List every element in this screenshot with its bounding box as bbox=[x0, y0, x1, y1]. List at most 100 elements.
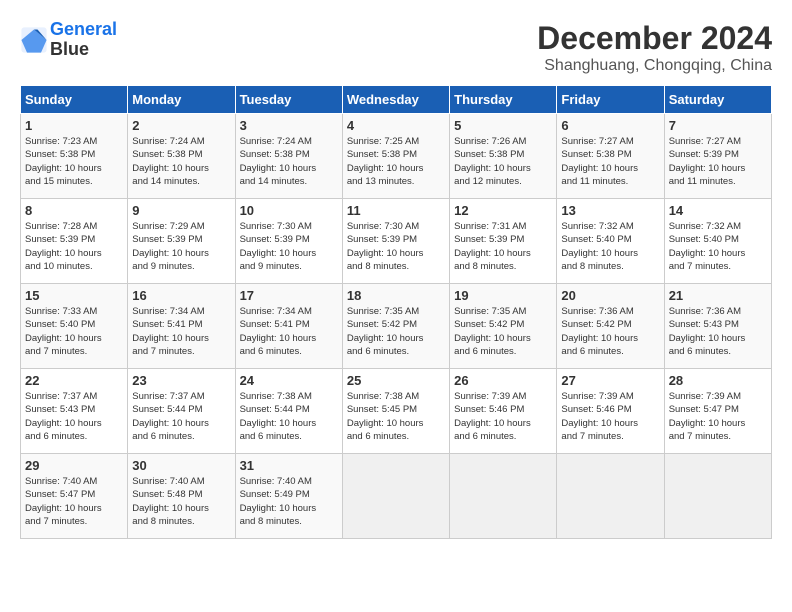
col-saturday: Saturday bbox=[664, 86, 771, 114]
day-info: Sunrise: 7:32 AM Sunset: 5:40 PM Dayligh… bbox=[561, 220, 659, 273]
day-info: Sunrise: 7:29 AM Sunset: 5:39 PM Dayligh… bbox=[132, 220, 230, 273]
day-number: 21 bbox=[669, 288, 767, 303]
calendar-cell: 13Sunrise: 7:32 AM Sunset: 5:40 PM Dayli… bbox=[557, 199, 664, 284]
day-info: Sunrise: 7:40 AM Sunset: 5:48 PM Dayligh… bbox=[132, 475, 230, 528]
day-number: 31 bbox=[240, 458, 338, 473]
day-number: 18 bbox=[347, 288, 445, 303]
day-number: 3 bbox=[240, 118, 338, 133]
header-row: Sunday Monday Tuesday Wednesday Thursday… bbox=[21, 86, 772, 114]
calendar-week-5: 29 Sunrise: 7:40 AM Sunset: 5:47 PM Dayli… bbox=[21, 454, 772, 539]
calendar-cell: 26 Sunrise: 7:39 AM Sunset: 5:46 PM Dayli… bbox=[450, 369, 557, 454]
day-number: 22 bbox=[25, 373, 123, 388]
day-number: 5 bbox=[454, 118, 552, 133]
calendar-cell: 29 Sunrise: 7:40 AM Sunset: 5:47 PM Dayli… bbox=[21, 454, 128, 539]
calendar-cell: 20 Sunrise: 7:36 AM Sunset: 5:42 PM Dayli… bbox=[557, 284, 664, 369]
day-info: Sunrise: 7:39 AM Sunset: 5:46 PM Dayligh… bbox=[561, 390, 659, 443]
day-number: 15 bbox=[25, 288, 123, 303]
location: Shanghuang, Chongqing, China bbox=[537, 57, 772, 75]
day-info: Sunrise: 7:23 AM Sunset: 5:38 PM Dayligh… bbox=[25, 135, 123, 188]
day-number: 20 bbox=[561, 288, 659, 303]
col-monday: Monday bbox=[128, 86, 235, 114]
calendar-cell: 2 Sunrise: 7:24 AM Sunset: 5:38 PM Daylig… bbox=[128, 114, 235, 199]
day-number: 9 bbox=[132, 203, 230, 218]
calendar-cell: 5 Sunrise: 7:26 AM Sunset: 5:38 PM Daylig… bbox=[450, 114, 557, 199]
day-info: Sunrise: 7:38 AM Sunset: 5:44 PM Dayligh… bbox=[240, 390, 338, 443]
calendar-cell bbox=[557, 454, 664, 539]
calendar-cell: 12 Sunrise: 7:31 AM Sunset: 5:39 PM Dayli… bbox=[450, 199, 557, 284]
month-title: December 2024 bbox=[537, 20, 772, 57]
calendar-week-3: 15 Sunrise: 7:33 AM Sunset: 5:40 PM Dayli… bbox=[21, 284, 772, 369]
day-number: 28 bbox=[669, 373, 767, 388]
day-number: 29 bbox=[25, 458, 123, 473]
day-info: Sunrise: 7:39 AM Sunset: 5:46 PM Dayligh… bbox=[454, 390, 552, 443]
calendar-cell: 10Sunrise: 7:30 AM Sunset: 5:39 PM Dayli… bbox=[235, 199, 342, 284]
day-number: 11 bbox=[347, 203, 445, 218]
calendar-cell: 28Sunrise: 7:39 AM Sunset: 5:47 PM Dayli… bbox=[664, 369, 771, 454]
day-info: Sunrise: 7:40 AM Sunset: 5:47 PM Dayligh… bbox=[25, 475, 123, 528]
calendar-cell bbox=[664, 454, 771, 539]
calendar-cell: 25Sunrise: 7:38 AM Sunset: 5:45 PM Dayli… bbox=[342, 369, 449, 454]
day-number: 6 bbox=[561, 118, 659, 133]
day-info: Sunrise: 7:38 AM Sunset: 5:45 PM Dayligh… bbox=[347, 390, 445, 443]
day-number: 19 bbox=[454, 288, 552, 303]
calendar-cell: 6Sunrise: 7:27 AM Sunset: 5:38 PM Daylig… bbox=[557, 114, 664, 199]
calendar-cell: 31 Sunrise: 7:40 AM Sunset: 5:49 PM Dayli… bbox=[235, 454, 342, 539]
day-number: 12 bbox=[454, 203, 552, 218]
col-friday: Friday bbox=[557, 86, 664, 114]
calendar-week-1: 1 Sunrise: 7:23 AM Sunset: 5:38 PM Daylig… bbox=[21, 114, 772, 199]
day-info: Sunrise: 7:28 AM Sunset: 5:39 PM Dayligh… bbox=[25, 220, 123, 273]
calendar-week-2: 8Sunrise: 7:28 AM Sunset: 5:39 PM Daylig… bbox=[21, 199, 772, 284]
calendar-cell: 22Sunrise: 7:37 AM Sunset: 5:43 PM Dayli… bbox=[21, 369, 128, 454]
day-info: Sunrise: 7:26 AM Sunset: 5:38 PM Dayligh… bbox=[454, 135, 552, 188]
day-info: Sunrise: 7:30 AM Sunset: 5:39 PM Dayligh… bbox=[240, 220, 338, 273]
calendar-cell: 23 Sunrise: 7:37 AM Sunset: 5:44 PM Dayli… bbox=[128, 369, 235, 454]
day-number: 16 bbox=[132, 288, 230, 303]
day-number: 14 bbox=[669, 203, 767, 218]
day-number: 26 bbox=[454, 373, 552, 388]
day-number: 7 bbox=[669, 118, 767, 133]
logo-icon bbox=[20, 26, 48, 54]
calendar-cell: 21 Sunrise: 7:36 AM Sunset: 5:43 PM Dayli… bbox=[664, 284, 771, 369]
day-number: 2 bbox=[132, 118, 230, 133]
calendar-cell: 7 Sunrise: 7:27 AM Sunset: 5:39 PM Daylig… bbox=[664, 114, 771, 199]
day-number: 24 bbox=[240, 373, 338, 388]
calendar-cell: 3 Sunrise: 7:24 AM Sunset: 5:38 PM Daylig… bbox=[235, 114, 342, 199]
logo: General Blue bbox=[20, 20, 117, 60]
day-info: Sunrise: 7:25 AM Sunset: 5:38 PM Dayligh… bbox=[347, 135, 445, 188]
calendar-cell: 1 Sunrise: 7:23 AM Sunset: 5:38 PM Daylig… bbox=[21, 114, 128, 199]
calendar-cell: 30Sunrise: 7:40 AM Sunset: 5:48 PM Dayli… bbox=[128, 454, 235, 539]
day-info: Sunrise: 7:33 AM Sunset: 5:40 PM Dayligh… bbox=[25, 305, 123, 358]
page-header: General Blue December 2024 Shanghuang, C… bbox=[20, 20, 772, 75]
day-info: Sunrise: 7:30 AM Sunset: 5:39 PM Dayligh… bbox=[347, 220, 445, 273]
day-number: 27 bbox=[561, 373, 659, 388]
day-info: Sunrise: 7:24 AM Sunset: 5:38 PM Dayligh… bbox=[240, 135, 338, 188]
calendar-cell: 24 Sunrise: 7:38 AM Sunset: 5:44 PM Dayli… bbox=[235, 369, 342, 454]
calendar-cell: 15 Sunrise: 7:33 AM Sunset: 5:40 PM Dayli… bbox=[21, 284, 128, 369]
col-tuesday: Tuesday bbox=[235, 86, 342, 114]
col-wednesday: Wednesday bbox=[342, 86, 449, 114]
col-sunday: Sunday bbox=[21, 86, 128, 114]
calendar-table: Sunday Monday Tuesday Wednesday Thursday… bbox=[20, 85, 772, 539]
title-block: December 2024 Shanghuang, Chongqing, Chi… bbox=[537, 20, 772, 75]
day-info: Sunrise: 7:40 AM Sunset: 5:49 PM Dayligh… bbox=[240, 475, 338, 528]
day-info: Sunrise: 7:24 AM Sunset: 5:38 PM Dayligh… bbox=[132, 135, 230, 188]
day-info: Sunrise: 7:34 AM Sunset: 5:41 PM Dayligh… bbox=[240, 305, 338, 358]
calendar-cell: 19 Sunrise: 7:35 AM Sunset: 5:42 PM Dayli… bbox=[450, 284, 557, 369]
day-info: Sunrise: 7:31 AM Sunset: 5:39 PM Dayligh… bbox=[454, 220, 552, 273]
day-info: Sunrise: 7:35 AM Sunset: 5:42 PM Dayligh… bbox=[347, 305, 445, 358]
day-info: Sunrise: 7:36 AM Sunset: 5:43 PM Dayligh… bbox=[669, 305, 767, 358]
logo-text: General Blue bbox=[50, 20, 117, 60]
day-info: Sunrise: 7:35 AM Sunset: 5:42 PM Dayligh… bbox=[454, 305, 552, 358]
day-info: Sunrise: 7:27 AM Sunset: 5:39 PM Dayligh… bbox=[669, 135, 767, 188]
day-info: Sunrise: 7:37 AM Sunset: 5:44 PM Dayligh… bbox=[132, 390, 230, 443]
calendar-cell: 27 Sunrise: 7:39 AM Sunset: 5:46 PM Dayli… bbox=[557, 369, 664, 454]
day-number: 1 bbox=[25, 118, 123, 133]
col-thursday: Thursday bbox=[450, 86, 557, 114]
calendar-cell: 17Sunrise: 7:34 AM Sunset: 5:41 PM Dayli… bbox=[235, 284, 342, 369]
day-number: 23 bbox=[132, 373, 230, 388]
calendar-cell: 4Sunrise: 7:25 AM Sunset: 5:38 PM Daylig… bbox=[342, 114, 449, 199]
day-info: Sunrise: 7:34 AM Sunset: 5:41 PM Dayligh… bbox=[132, 305, 230, 358]
calendar-cell: 9 Sunrise: 7:29 AM Sunset: 5:39 PM Daylig… bbox=[128, 199, 235, 284]
day-info: Sunrise: 7:36 AM Sunset: 5:42 PM Dayligh… bbox=[561, 305, 659, 358]
calendar-cell: 8Sunrise: 7:28 AM Sunset: 5:39 PM Daylig… bbox=[21, 199, 128, 284]
